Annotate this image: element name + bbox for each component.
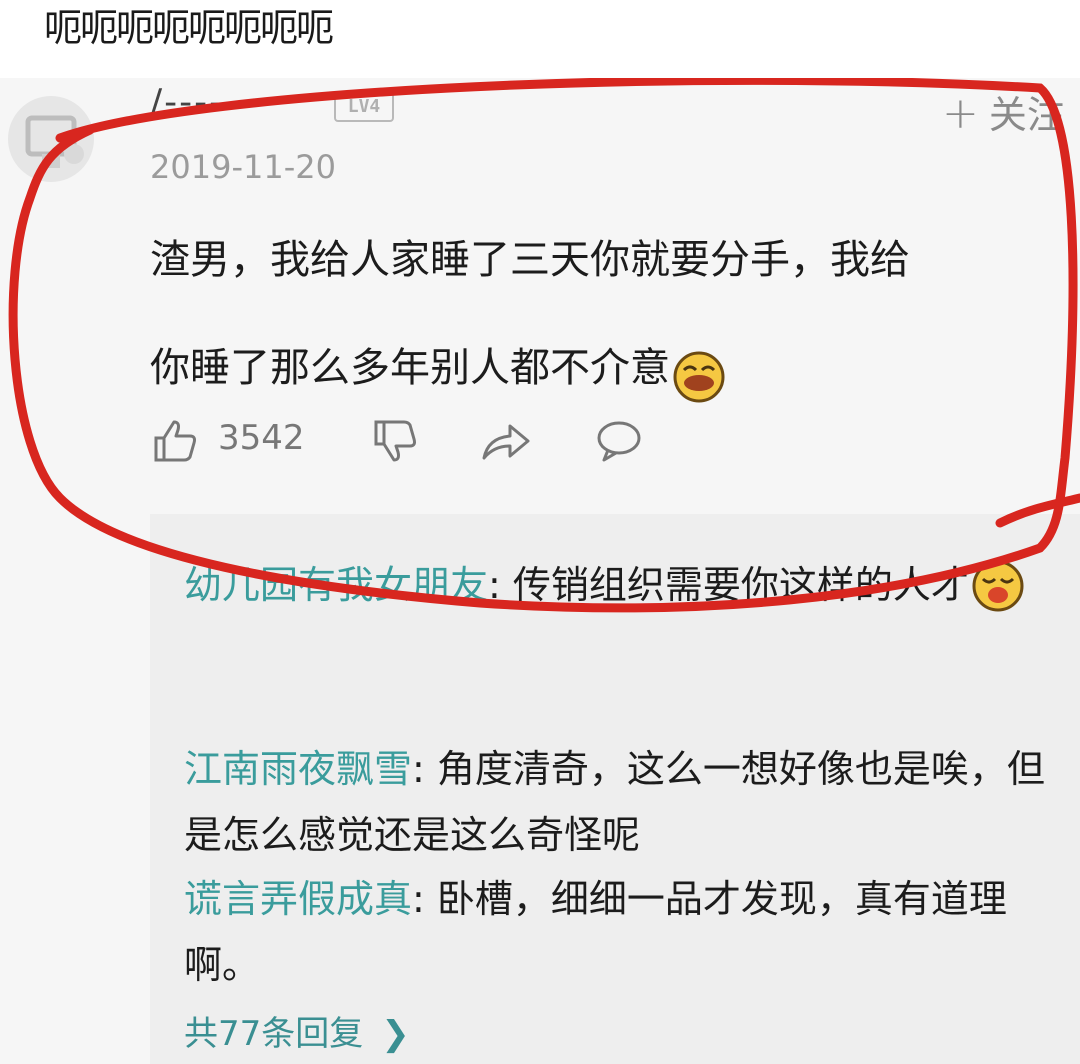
comment-text-line-2-text: 你睡了那么多年别人都不介意	[150, 345, 670, 391]
plus-icon: +	[942, 88, 979, 139]
comment-screenshot: /------- LV4 + 关注 2019-11-20 渣男，我给人家睡了三天你…	[0, 78, 1080, 1064]
comment-username[interactable]: /-------	[150, 82, 269, 123]
reply-author[interactable]: 幼儿园有我女朋友	[184, 563, 488, 607]
more-replies-label: 共77条回复	[184, 1014, 364, 1054]
like-button[interactable]: 3542	[150, 416, 320, 466]
reply-item[interactable]: 江南雨夜飘雪: 角度清奇，这么一想好像也是唉，但是怎么感觉还是这么奇怪呢	[184, 736, 1064, 868]
share-icon	[482, 424, 530, 460]
post-title: 呃呃呃呃呃呃呃呃	[44, 6, 334, 50]
reply-item[interactable]: 谎言弄假成真: 卧槽，细细一品才发现，真有道理啊。	[184, 866, 1064, 998]
share-button[interactable]	[478, 416, 534, 466]
chevron-right-icon: ❯	[381, 1014, 410, 1054]
reply-button[interactable]	[594, 416, 644, 466]
reply-separator: :	[488, 563, 513, 607]
reply-author[interactable]: 谎言弄假成真	[184, 877, 412, 921]
comment-text-line-1: 渣男，我给人家睡了三天你就要分手，我给	[150, 237, 910, 283]
reply-item[interactable]: 幼儿园有我女朋友: 传销组织需要你这样的人才	[184, 540, 1064, 630]
dislike-button[interactable]	[370, 416, 420, 466]
reply-separator: :	[412, 747, 437, 791]
comment-text-line-2: 你睡了那么多年别人都不介意	[150, 314, 1080, 422]
level-badge: LV4	[334, 92, 394, 122]
follow-button[interactable]: + 关注	[942, 84, 1065, 139]
more-replies-link[interactable]: 共77条回复 ❯	[184, 1006, 410, 1055]
comment-date: 2019-11-20	[150, 148, 336, 186]
reply-author[interactable]: 江南雨夜飘雪	[184, 747, 412, 791]
avatar[interactable]	[8, 96, 94, 182]
reply-separator: :	[412, 877, 437, 921]
emoji-icon	[672, 337, 726, 403]
thumbs-up-icon	[154, 420, 196, 462]
thumbs-down-icon	[374, 420, 416, 462]
like-count: 3542	[218, 418, 305, 458]
replies-box: 幼儿园有我女朋友: 传销组织需要你这样的人才 江南雨夜飘雪: 角度清奇，这么一想…	[150, 514, 1080, 1064]
emoji-icon	[971, 555, 1025, 611]
reply-text: 传销组织需要你这样的人才	[512, 563, 969, 607]
comment-icon	[597, 421, 641, 462]
comment-text: 渣男，我给人家睡了三天你就要分手，我给 你睡了那么多年别人都不介意	[150, 206, 1080, 422]
follow-label: 关注	[988, 93, 1065, 137]
